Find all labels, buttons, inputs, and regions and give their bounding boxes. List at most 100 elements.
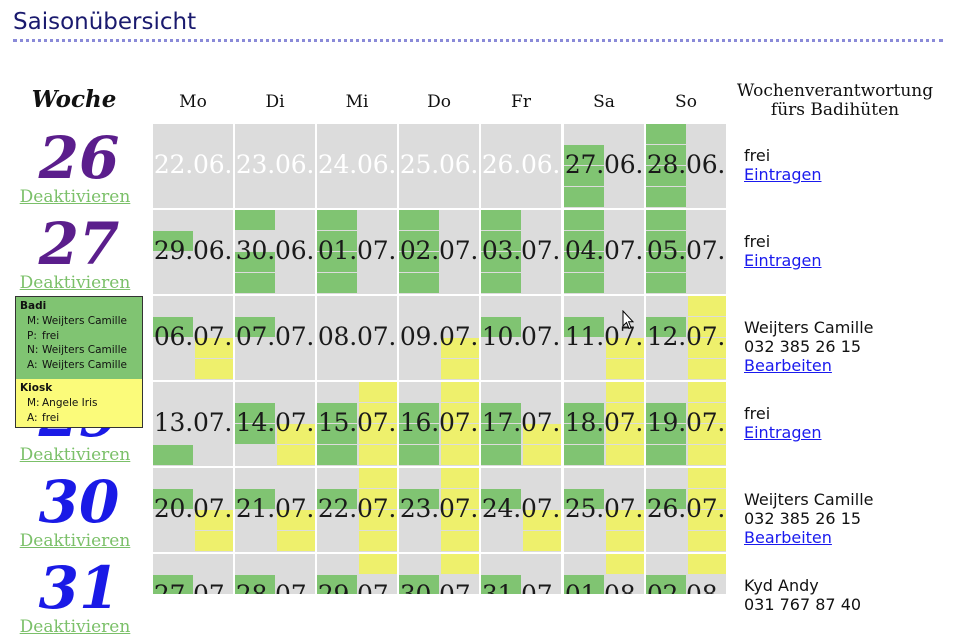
kiosk-shift-block	[688, 296, 726, 316]
day-date: 05.07.	[646, 236, 726, 265]
day-cell[interactable]: 05.07.	[646, 210, 726, 294]
day-cell[interactable]: 08.07.	[317, 296, 397, 380]
day-date: 29.07.	[317, 580, 397, 594]
deactivate-week-link[interactable]: Deaktivieren	[10, 187, 140, 207]
day-cell[interactable]: 26.07.	[646, 468, 726, 552]
day-cell[interactable]: 11.07.	[564, 296, 644, 380]
day-cell[interactable]: 14.07.	[235, 382, 315, 466]
day-date: 31.07.	[481, 580, 561, 594]
edit-responsibility-link[interactable]: Bearbeiten	[744, 356, 832, 375]
day-date: 29.06.	[153, 236, 233, 265]
day-cell[interactable]: 06.07.	[153, 296, 233, 380]
enter-responsibility-link[interactable]: Eintragen	[744, 423, 822, 442]
day-cell[interactable]: 12.07.	[646, 296, 726, 380]
day-cell[interactable]: 29.06.	[153, 210, 233, 294]
tooltip-role: A:	[27, 358, 38, 371]
deactivate-week-link[interactable]: Deaktivieren	[10, 445, 140, 465]
badi-shift-block	[646, 445, 686, 465]
day-cell[interactable]: 10.07.	[481, 296, 561, 380]
day-cell[interactable]: 19.07.	[646, 382, 726, 466]
kiosk-shift-block	[606, 531, 644, 551]
day-cell[interactable]: 24.06.	[317, 124, 397, 208]
day-cell[interactable]: 28.07.	[235, 554, 315, 594]
day-cell[interactable]: 30.06.	[235, 210, 315, 294]
day-cell[interactable]: 01.07.	[317, 210, 397, 294]
day-cell[interactable]: 03.07.	[481, 210, 561, 294]
badi-shift-block	[646, 187, 686, 207]
kiosk-shift-block	[359, 382, 397, 402]
responsible-person: Weijters Camille	[744, 490, 874, 509]
day-cell[interactable]: 24.07.	[481, 468, 561, 552]
day-cell[interactable]: 23.07.	[399, 468, 479, 552]
day-date: 07.07.	[235, 322, 315, 351]
kiosk-shift-block	[523, 531, 561, 551]
day-cell[interactable]: 16.07.	[399, 382, 479, 466]
day-cell[interactable]: 28.06.	[646, 124, 726, 208]
tooltip-row: A: Weijters Camille	[20, 358, 138, 373]
badi-shift-block	[153, 445, 193, 465]
day-cell[interactable]: 13.07.	[153, 382, 233, 466]
week-column-header: Woche	[31, 86, 117, 113]
kiosk-shift-block	[606, 554, 644, 574]
day-cell[interactable]: 30.07.	[399, 554, 479, 594]
day-header-fr: Fr	[511, 92, 531, 112]
responsible-person: frei	[744, 404, 771, 423]
badi-shift-block	[564, 187, 604, 207]
deactivate-week-link[interactable]: Deaktivieren	[10, 617, 140, 637]
tooltip-person: Weijters Camille	[42, 358, 127, 371]
day-cell[interactable]: 29.07.	[317, 554, 397, 594]
responsible-person: frei	[744, 232, 771, 251]
badi-shift-block	[564, 273, 604, 293]
day-cell[interactable]: 27.06.	[564, 124, 644, 208]
day-cell[interactable]: 25.07.	[564, 468, 644, 552]
day-cell[interactable]: 02.07.	[399, 210, 479, 294]
badi-shift-block	[481, 210, 521, 230]
week-number: 31	[38, 554, 120, 622]
day-cell[interactable]: 01.08.	[564, 554, 644, 594]
edit-responsibility-link[interactable]: Bearbeiten	[744, 528, 832, 547]
tooltip-row: M: Weijters Camille	[20, 314, 138, 329]
kiosk-shift-block	[277, 445, 315, 465]
day-date: 02.07.	[399, 236, 479, 265]
week-number: 26	[38, 124, 120, 192]
day-cell[interactable]: 18.07.	[564, 382, 644, 466]
deactivate-week-link[interactable]: Deaktivieren	[10, 273, 140, 293]
day-date: 23.07.	[399, 494, 479, 523]
day-cell[interactable]: 21.07.	[235, 468, 315, 552]
kiosk-shift-block	[359, 554, 397, 574]
enter-responsibility-link[interactable]: Eintragen	[744, 251, 822, 270]
day-cell[interactable]: 17.07.	[481, 382, 561, 466]
day-cell[interactable]: 23.06.	[235, 124, 315, 208]
day-cell[interactable]: 09.07.	[399, 296, 479, 380]
enter-responsibility-link[interactable]: Eintragen	[744, 165, 822, 184]
kiosk-shift-block	[441, 531, 479, 551]
day-cell[interactable]: 07.07.	[235, 296, 315, 380]
badi-shift-block	[399, 210, 439, 230]
badi-shift-block	[564, 210, 604, 230]
day-cell[interactable]: 04.07.	[564, 210, 644, 294]
day-date: 22.06.	[153, 150, 233, 179]
kiosk-shift-block	[195, 359, 233, 379]
badi-shift-block	[399, 273, 439, 293]
day-date: 21.07.	[235, 494, 315, 523]
kiosk-shift-block	[688, 554, 726, 574]
day-date: 01.08.	[564, 580, 644, 594]
day-date: 26.06.	[481, 150, 561, 179]
tooltip-person: frei	[42, 411, 60, 424]
kiosk-shift-block	[441, 382, 479, 402]
week-number: 30	[38, 468, 120, 536]
tooltip-role: N:	[27, 344, 39, 356]
tooltip-role: M:	[27, 397, 40, 409]
day-cell[interactable]: 31.07.	[481, 554, 561, 594]
day-cell[interactable]: 22.07.	[317, 468, 397, 552]
day-cell[interactable]: 02.08.	[646, 554, 726, 594]
kiosk-shift-block	[688, 359, 726, 379]
day-cell[interactable]: 25.06.	[399, 124, 479, 208]
day-cell[interactable]: 15.07.	[317, 382, 397, 466]
day-cell[interactable]: 26.06.	[481, 124, 561, 208]
kiosk-shift-block	[441, 554, 479, 574]
day-cell[interactable]: 22.06.	[153, 124, 233, 208]
deactivate-week-link[interactable]: Deaktivieren	[10, 531, 140, 551]
day-cell[interactable]: 20.07.	[153, 468, 233, 552]
day-cell[interactable]: 27.07.	[153, 554, 233, 594]
